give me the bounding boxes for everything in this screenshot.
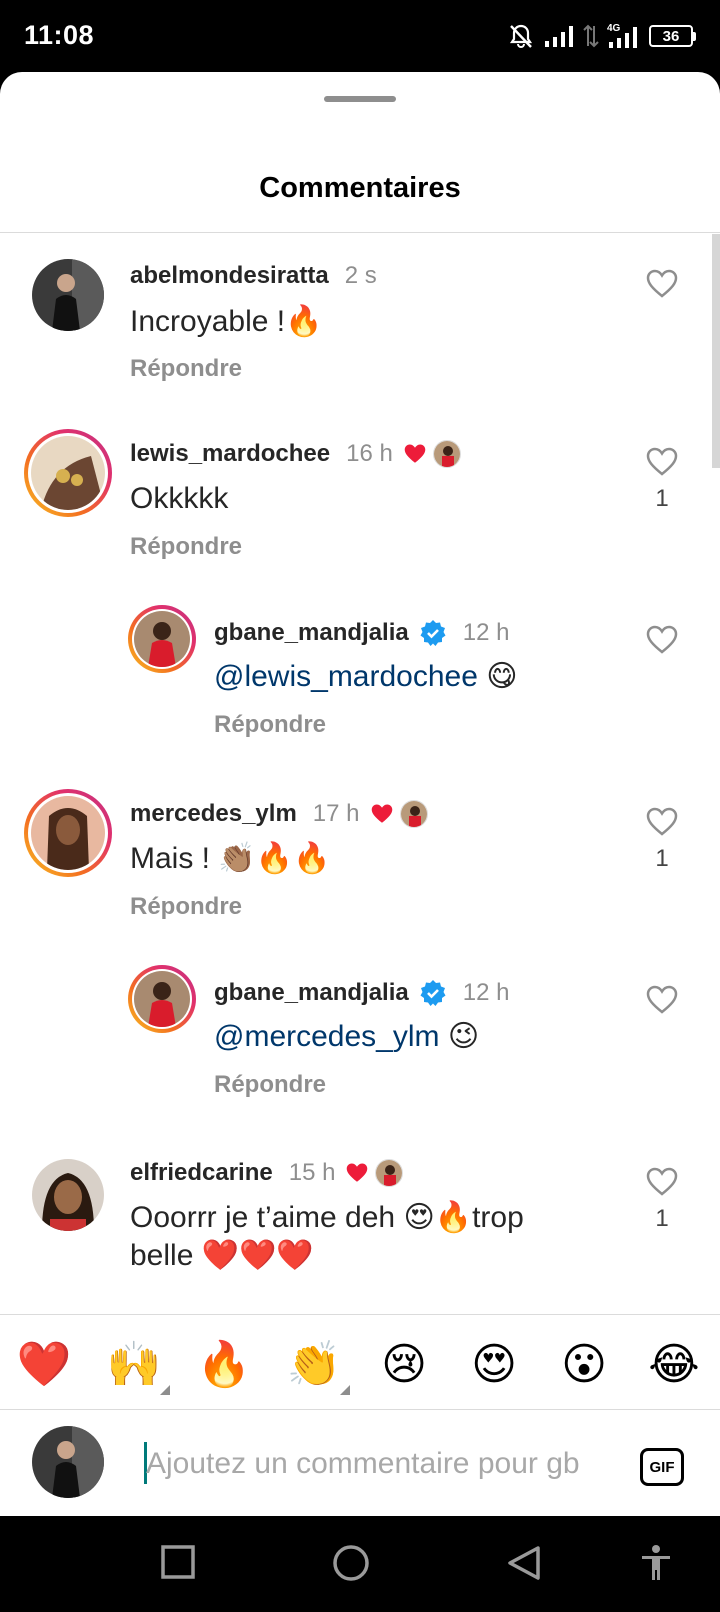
comment-input[interactable]: [146, 1436, 616, 1492]
comment-username[interactable]: mercedes_ylm: [130, 800, 297, 828]
gif-button[interactable]: GIF: [640, 1448, 684, 1486]
comment-time: 2 s: [344, 262, 377, 289]
author-liked-heart-icon: [403, 443, 427, 465]
mention-link[interactable]: @lewis_mardochee: [214, 660, 478, 693]
comment-text: Incroyable !🔥: [130, 305, 323, 338]
comment-text: Mais ! 👏🏽🔥🔥: [130, 842, 331, 875]
home-circle-icon[interactable]: [332, 1544, 370, 1587]
comment-time: 12 h: [462, 979, 510, 1006]
comment-username[interactable]: abelmondesiratta: [130, 262, 329, 290]
reply-item: gbane_mandjalia 12 h @mercedes_ylm 😉 Rép…: [0, 953, 720, 1133]
heart-outline-icon: [646, 625, 678, 654]
comment-text-line-2: belle ❤️❤️❤️: [130, 1239, 314, 1272]
author-liked-heart-icon: [370, 803, 394, 825]
reply-button[interactable]: Répondre: [214, 711, 326, 739]
comment-composer: GIF: [0, 1410, 720, 1516]
heart-outline-icon: [646, 807, 678, 836]
comment-time: 12 h: [462, 619, 510, 646]
author-avatar-mini: [399, 800, 428, 828]
like-button[interactable]: 1: [642, 807, 682, 873]
comment-item: abelmondesiratta 2 s Incroyable !🔥 Répon…: [0, 233, 720, 413]
reply-button[interactable]: Répondre: [130, 533, 242, 561]
emoji-raised-hands[interactable]: 🙌: [106, 1339, 170, 1395]
avatar[interactable]: [24, 1151, 112, 1239]
status-bar: 11:08 4G 36: [0, 0, 720, 72]
reply-button[interactable]: Répondre: [130, 893, 242, 921]
system-nav-bar: [0, 1516, 720, 1612]
emoji-heart[interactable]: ❤️: [16, 1339, 72, 1391]
reply-button[interactable]: Répondre: [130, 355, 242, 383]
heart-outline-icon: [646, 447, 678, 476]
avatar[interactable]: [128, 605, 196, 673]
like-count: 1: [655, 1205, 669, 1232]
accessibility-icon[interactable]: [640, 1544, 672, 1587]
comment-time: 16 h: [346, 440, 393, 467]
author-avatar-mini: [432, 440, 461, 468]
battery-level: 36: [649, 25, 693, 47]
comment-time: 15 h: [288, 1159, 336, 1186]
heart-outline-icon: [646, 1167, 678, 1196]
status-time: 11:08: [24, 20, 95, 50]
heart-outline-icon: [646, 985, 678, 1014]
comment-text: Ooorrr je t’aime deh 😍🔥trop: [130, 1201, 524, 1234]
reply-item: gbane_mandjalia 12 h @lewis_mardochee 😋 …: [0, 593, 720, 773]
avatar[interactable]: [128, 965, 196, 1033]
like-button[interactable]: 1: [642, 1167, 682, 1233]
comment-username[interactable]: lewis_mardochee: [130, 440, 330, 468]
battery-icon: 36: [649, 25, 696, 47]
comment-item: mercedes_ylm 17 h Mais ! 👏🏽🔥🔥 Répondre 1: [0, 773, 720, 953]
current-user-avatar: [32, 1426, 104, 1498]
verified-badge-icon: [419, 979, 447, 1007]
like-button[interactable]: [642, 625, 682, 655]
comment-item: lewis_mardochee 16 h Okkkkk Répondre 1: [0, 413, 720, 593]
signal-4g-icon: 4G: [607, 22, 641, 50]
avatar[interactable]: [24, 789, 112, 877]
emoji-fire[interactable]: 🔥: [196, 1339, 252, 1391]
author-avatar-mini: [375, 1159, 404, 1187]
mention-link[interactable]: @mercedes_ylm: [214, 1020, 440, 1053]
emoji-clapping[interactable]: 👏: [286, 1339, 350, 1395]
verified-badge-icon: [419, 619, 447, 647]
like-count: 1: [655, 485, 669, 512]
comment-text: @lewis_mardochee 😋: [214, 660, 518, 693]
like-button[interactable]: 1: [642, 447, 682, 513]
heart-outline-icon: [646, 269, 678, 298]
status-icons: 4G 36: [507, 22, 696, 50]
like-button[interactable]: [642, 269, 682, 299]
scrollbar[interactable]: [712, 234, 720, 468]
comments-sheet: Commentaires abelmondesiratta 2 s Incroy…: [0, 72, 720, 1516]
svg-text:4G: 4G: [607, 23, 621, 34]
comment-list[interactable]: abelmondesiratta 2 s Incroyable !🔥 Répon…: [0, 233, 720, 1387]
comment-username[interactable]: gbane_mandjalia: [214, 619, 409, 647]
emoji-heart-eyes[interactable]: 😍: [466, 1339, 522, 1391]
data-transfer-icon: [583, 23, 599, 49]
mute-notifications-icon: [507, 22, 535, 50]
comment-text: Okkkkk: [130, 482, 229, 515]
comment-time: 17 h: [312, 800, 360, 827]
avatar[interactable]: [24, 429, 112, 517]
comment-username[interactable]: elfriedcarine: [130, 1159, 273, 1187]
emoji-reaction-bar: ❤️ 🙌 🔥 👏 😢 😍 😮 😂: [0, 1314, 720, 1410]
signal-icon: [543, 23, 575, 49]
author-liked-heart-icon: [345, 1162, 369, 1184]
like-count: 1: [655, 845, 669, 872]
like-button[interactable]: [642, 985, 682, 1015]
recents-square-icon[interactable]: [160, 1544, 196, 1585]
emoji-surprised[interactable]: 😮: [556, 1339, 612, 1391]
reply-button[interactable]: Répondre: [214, 1071, 326, 1099]
avatar[interactable]: [24, 251, 112, 339]
comment-text: @mercedes_ylm 😉: [214, 1020, 480, 1053]
drag-handle[interactable]: [324, 96, 396, 102]
emoji-crying[interactable]: 😢: [376, 1339, 432, 1391]
comment-username[interactable]: gbane_mandjalia: [214, 979, 409, 1007]
emoji-laughing[interactable]: 😂: [646, 1339, 702, 1391]
sheet-title: Commentaires: [259, 172, 461, 204]
back-triangle-icon[interactable]: [506, 1544, 542, 1587]
